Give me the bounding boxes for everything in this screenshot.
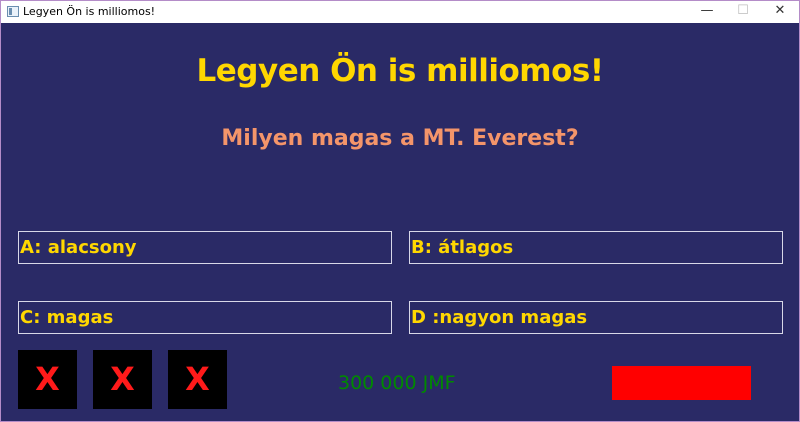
app-window-icon [7, 6, 19, 17]
answer-b-button[interactable]: B: átlagos [409, 231, 783, 264]
prize-amount: 300 000 JMF [338, 372, 456, 394]
question-text: Milyen magas a MT. Everest? [221, 126, 579, 151]
answer-a-button[interactable]: A: alacsony [18, 231, 392, 264]
close-icon[interactable]: ✕ [762, 1, 798, 23]
answer-c-button[interactable]: C: magas [18, 301, 392, 334]
window-title: Legyen Ön is milliomos! [23, 5, 156, 18]
game-panel: Legyen Ön is milliomos! Milyen magas a M… [1, 23, 799, 421]
answer-d-button[interactable]: D :nagyon magas [409, 301, 783, 334]
lifeline-3-button[interactable]: X [168, 350, 227, 409]
title-bar[interactable]: Legyen Ön is milliomos! — ☐ ✕ [1, 1, 799, 23]
action-button[interactable] [612, 366, 751, 400]
lifeline-2-button[interactable]: X [93, 350, 152, 409]
maximize-icon[interactable]: ☐ [725, 1, 761, 23]
game-heading: Legyen Ön is milliomos! [196, 53, 604, 89]
minimize-icon[interactable]: — [689, 1, 725, 23]
lifeline-1-button[interactable]: X [18, 350, 77, 409]
app-window: Legyen Ön is milliomos! — ☐ ✕ Legyen Ön … [0, 0, 800, 422]
